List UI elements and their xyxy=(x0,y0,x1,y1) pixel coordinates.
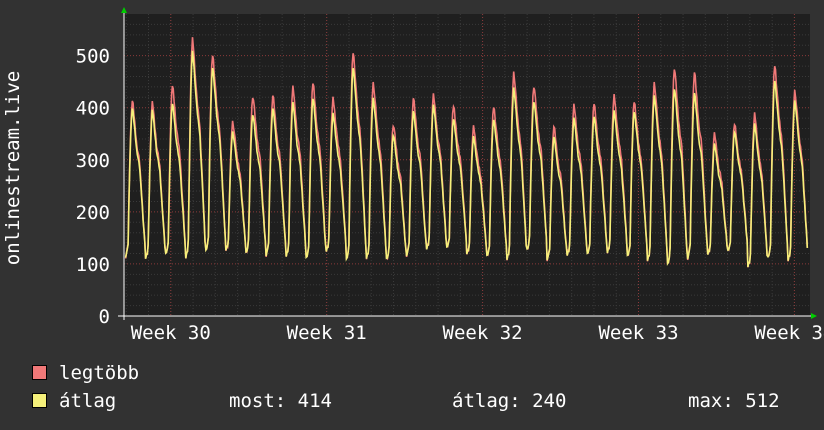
y-tick-labels: 0 100 200 300 400 500 xyxy=(76,46,110,328)
legend-item-avg: átlag xyxy=(32,390,116,412)
legend-swatch-max xyxy=(32,365,47,380)
x-tick-label: Week 30 xyxy=(131,322,211,340)
legend-label-avg: átlag xyxy=(59,390,117,412)
y-tick-label: 100 xyxy=(76,254,110,276)
y-axis-label-text: onlinestream.live xyxy=(2,70,24,266)
stat-now: most: 414 xyxy=(229,390,332,412)
chart: 0100200300400500 Week 30 Week 31 Week 32 We… xyxy=(76,7,824,340)
x-axis-arrow xyxy=(811,313,817,319)
x-tick-label: Week 33 xyxy=(598,322,678,340)
y-tick-label: 200 xyxy=(76,202,110,224)
y-tick-label: 400 xyxy=(76,98,110,120)
x-tick-label: Week 34 xyxy=(754,322,824,340)
x-tick-labels: Week 30 Week 31 Week 32 Week 33 Week 34 xyxy=(131,322,824,340)
stat-max: max: 512 xyxy=(688,390,780,412)
plot-area xyxy=(124,14,810,316)
x-tick-label: Week 32 xyxy=(443,322,523,340)
stat-average: átlag: 240 xyxy=(452,390,567,412)
y-axis-label: onlinestream.live xyxy=(2,60,24,276)
y-axis-arrow xyxy=(121,7,127,13)
legend-item-max: legtöbb xyxy=(32,362,139,384)
y-tick-label: 500 xyxy=(76,46,110,68)
legend-label-max: legtöbb xyxy=(59,362,140,384)
y-tick-label: 300 xyxy=(76,150,110,172)
x-tick-label: Week 31 xyxy=(287,322,367,340)
y-tick-label: 0 xyxy=(99,306,110,328)
legend-swatch-avg xyxy=(32,393,47,408)
